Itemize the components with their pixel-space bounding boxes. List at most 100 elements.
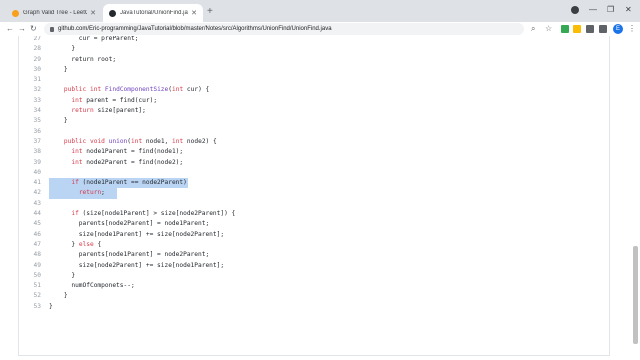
code-line: 30 } xyxy=(19,65,609,75)
code-text: } else { xyxy=(49,240,102,248)
github-favicon-icon xyxy=(109,9,116,17)
code-line: 49 size[node2Parent] += size[node1Parent… xyxy=(19,261,609,271)
line-number: 39 xyxy=(33,158,41,166)
line-number: 33 xyxy=(33,96,41,104)
line-number: 32 xyxy=(33,86,41,94)
lock-icon xyxy=(50,26,54,32)
line-number: 37 xyxy=(33,137,41,145)
extension-yellow-icon[interactable] xyxy=(573,25,581,33)
line-number: 50 xyxy=(33,271,41,279)
code-line: 46 size[node1Parent] += size[node2Parent… xyxy=(19,230,609,240)
code-line: 41 if (node1Parent == node2Parent) xyxy=(19,178,609,189)
code-text: } xyxy=(49,302,53,310)
code-text: } xyxy=(49,65,68,73)
line-number: 42 xyxy=(33,189,41,197)
code-line: 32 public int FindComponentSize(int cur)… xyxy=(19,85,609,95)
code-text: return root; xyxy=(49,55,117,63)
line-number: 45 xyxy=(33,220,41,228)
zoom-icon[interactable]: ⌕ xyxy=(531,25,539,33)
code-text: if (size[node1Parent] > size[node2Parent… xyxy=(71,210,236,218)
forward-arrow-icon[interactable]: → xyxy=(18,23,26,35)
extension-icon[interactable] xyxy=(586,25,594,33)
line-number: 31 xyxy=(33,76,41,84)
page-content: 27 cur = preParent; 28 } 29 return root; 30… xyxy=(0,36,640,360)
line-number: 40 xyxy=(33,168,41,176)
line-number: 53 xyxy=(33,302,41,310)
close-window-button[interactable]: ✕ xyxy=(625,6,632,14)
code-line: 38 int node1Parent = find(node1); xyxy=(19,147,609,157)
extensions-puzzle-icon[interactable] xyxy=(599,25,607,33)
code-line: 31 xyxy=(19,75,609,85)
minimize-button[interactable]: — xyxy=(589,6,597,14)
code-text: size[node2Parent] += size[node1Parent]; xyxy=(49,261,225,269)
code-line: 33 int parent = find(cur); xyxy=(19,96,609,106)
code-text: parents[node2Parent] = node1Parent; xyxy=(49,220,210,228)
code-line: 37 public void union(int node1, int node… xyxy=(19,137,609,147)
line-number: 36 xyxy=(33,127,41,135)
code-line: 34 return size[parent]; xyxy=(19,106,609,116)
line-number: 46 xyxy=(33,230,41,238)
close-tab-icon[interactable]: ✕ xyxy=(90,9,96,17)
page-scrollbar[interactable] xyxy=(633,246,638,344)
line-number: 28 xyxy=(33,45,41,53)
chrome-menu-icon[interactable]: ⋮ xyxy=(628,24,636,34)
tab-search-icon[interactable] xyxy=(571,6,579,14)
extension-green-icon[interactable] xyxy=(561,25,569,33)
code-text: public void union(int node1, int node2) … xyxy=(63,137,217,145)
line-number: 43 xyxy=(33,199,41,207)
line-number: 35 xyxy=(33,117,41,125)
code-line: 40 xyxy=(19,168,609,178)
tab-bar: Graph Valid Tree - LeetCode ✕ JavaTutori… xyxy=(0,0,640,22)
reload-icon[interactable]: ↻ xyxy=(30,23,37,35)
code-text: numOfComponets--; xyxy=(49,282,135,290)
code-text: cur = preParent; xyxy=(49,36,139,42)
line-number: 34 xyxy=(33,107,41,115)
code-text: size[node1Parent] += size[node2Parent]; xyxy=(49,230,225,238)
code-text: parents[node1Parent] = node2Parent; xyxy=(49,251,210,259)
code-lines: 27 cur = preParent; 28 } 29 return root; 30… xyxy=(19,36,609,312)
code-text: int parent = find(cur); xyxy=(71,96,158,104)
back-arrow-icon[interactable]: ← xyxy=(6,23,14,35)
code-line: 28 } xyxy=(19,44,609,54)
code-line: 47 } else { xyxy=(19,240,609,250)
code-text: public int FindComponentSize(int cur) { xyxy=(63,86,210,94)
code-line: 39 int node2Parent = find(node2); xyxy=(19,158,609,168)
code-text: } xyxy=(49,45,76,53)
tab-github-unionfind[interactable]: JavaTutorial/UnionFind.java at m ✕ xyxy=(103,4,203,22)
line-number: 41 xyxy=(33,179,41,187)
code-text: } xyxy=(49,117,68,125)
code-text: return; xyxy=(78,189,105,197)
line-number: 38 xyxy=(33,148,41,156)
address-bar[interactable]: github.com/Eric-programming/JavaTutorial… xyxy=(44,23,524,35)
leetcode-favicon-icon xyxy=(12,9,19,17)
line-number: 30 xyxy=(33,65,41,73)
code-line: 50 } xyxy=(19,271,609,281)
code-line: 48 parents[node1Parent] = node2Parent; xyxy=(19,250,609,260)
line-number: 27 xyxy=(33,36,41,42)
code-line: 44 if (size[node1Parent] > size[node2Par… xyxy=(19,209,609,219)
code-text: int node2Parent = find(node2); xyxy=(71,158,184,166)
code-text: return size[parent]; xyxy=(71,107,146,115)
maximize-button[interactable]: ❐ xyxy=(607,6,614,14)
code-text: int node1Parent = find(node1); xyxy=(71,148,184,156)
close-tab-icon[interactable]: ✕ xyxy=(191,9,197,17)
line-number: 48 xyxy=(33,251,41,259)
code-text: if (node1Parent == node2Parent) xyxy=(71,179,187,187)
code-line: 29 return root; xyxy=(19,55,609,65)
profile-avatar[interactable]: E xyxy=(613,24,623,34)
line-number: 47 xyxy=(33,240,41,248)
code-text: } xyxy=(49,271,76,279)
line-number: 52 xyxy=(33,292,41,300)
bookmark-star-icon[interactable]: ☆ xyxy=(545,25,553,33)
new-tab-plus-icon[interactable]: + xyxy=(207,7,213,17)
code-line: 27 cur = preParent; xyxy=(19,36,609,44)
code-line: 53} xyxy=(19,302,609,312)
url-text: github.com/Eric-programming/JavaTutorial… xyxy=(58,26,332,32)
line-number: 49 xyxy=(33,261,41,269)
tab-leetcode[interactable]: Graph Valid Tree - LeetCode ✕ xyxy=(6,4,102,22)
code-line: 42 return; xyxy=(19,188,609,199)
tab-title: Graph Valid Tree - LeetCode xyxy=(23,10,88,16)
code-line: 51 numOfComponets--; xyxy=(19,281,609,291)
code-viewer: 27 cur = preParent; 28 } 29 return root; 30… xyxy=(18,36,610,356)
browser-toolbar: ← → ↻ github.com/Eric-programming/JavaTu… xyxy=(0,22,640,36)
